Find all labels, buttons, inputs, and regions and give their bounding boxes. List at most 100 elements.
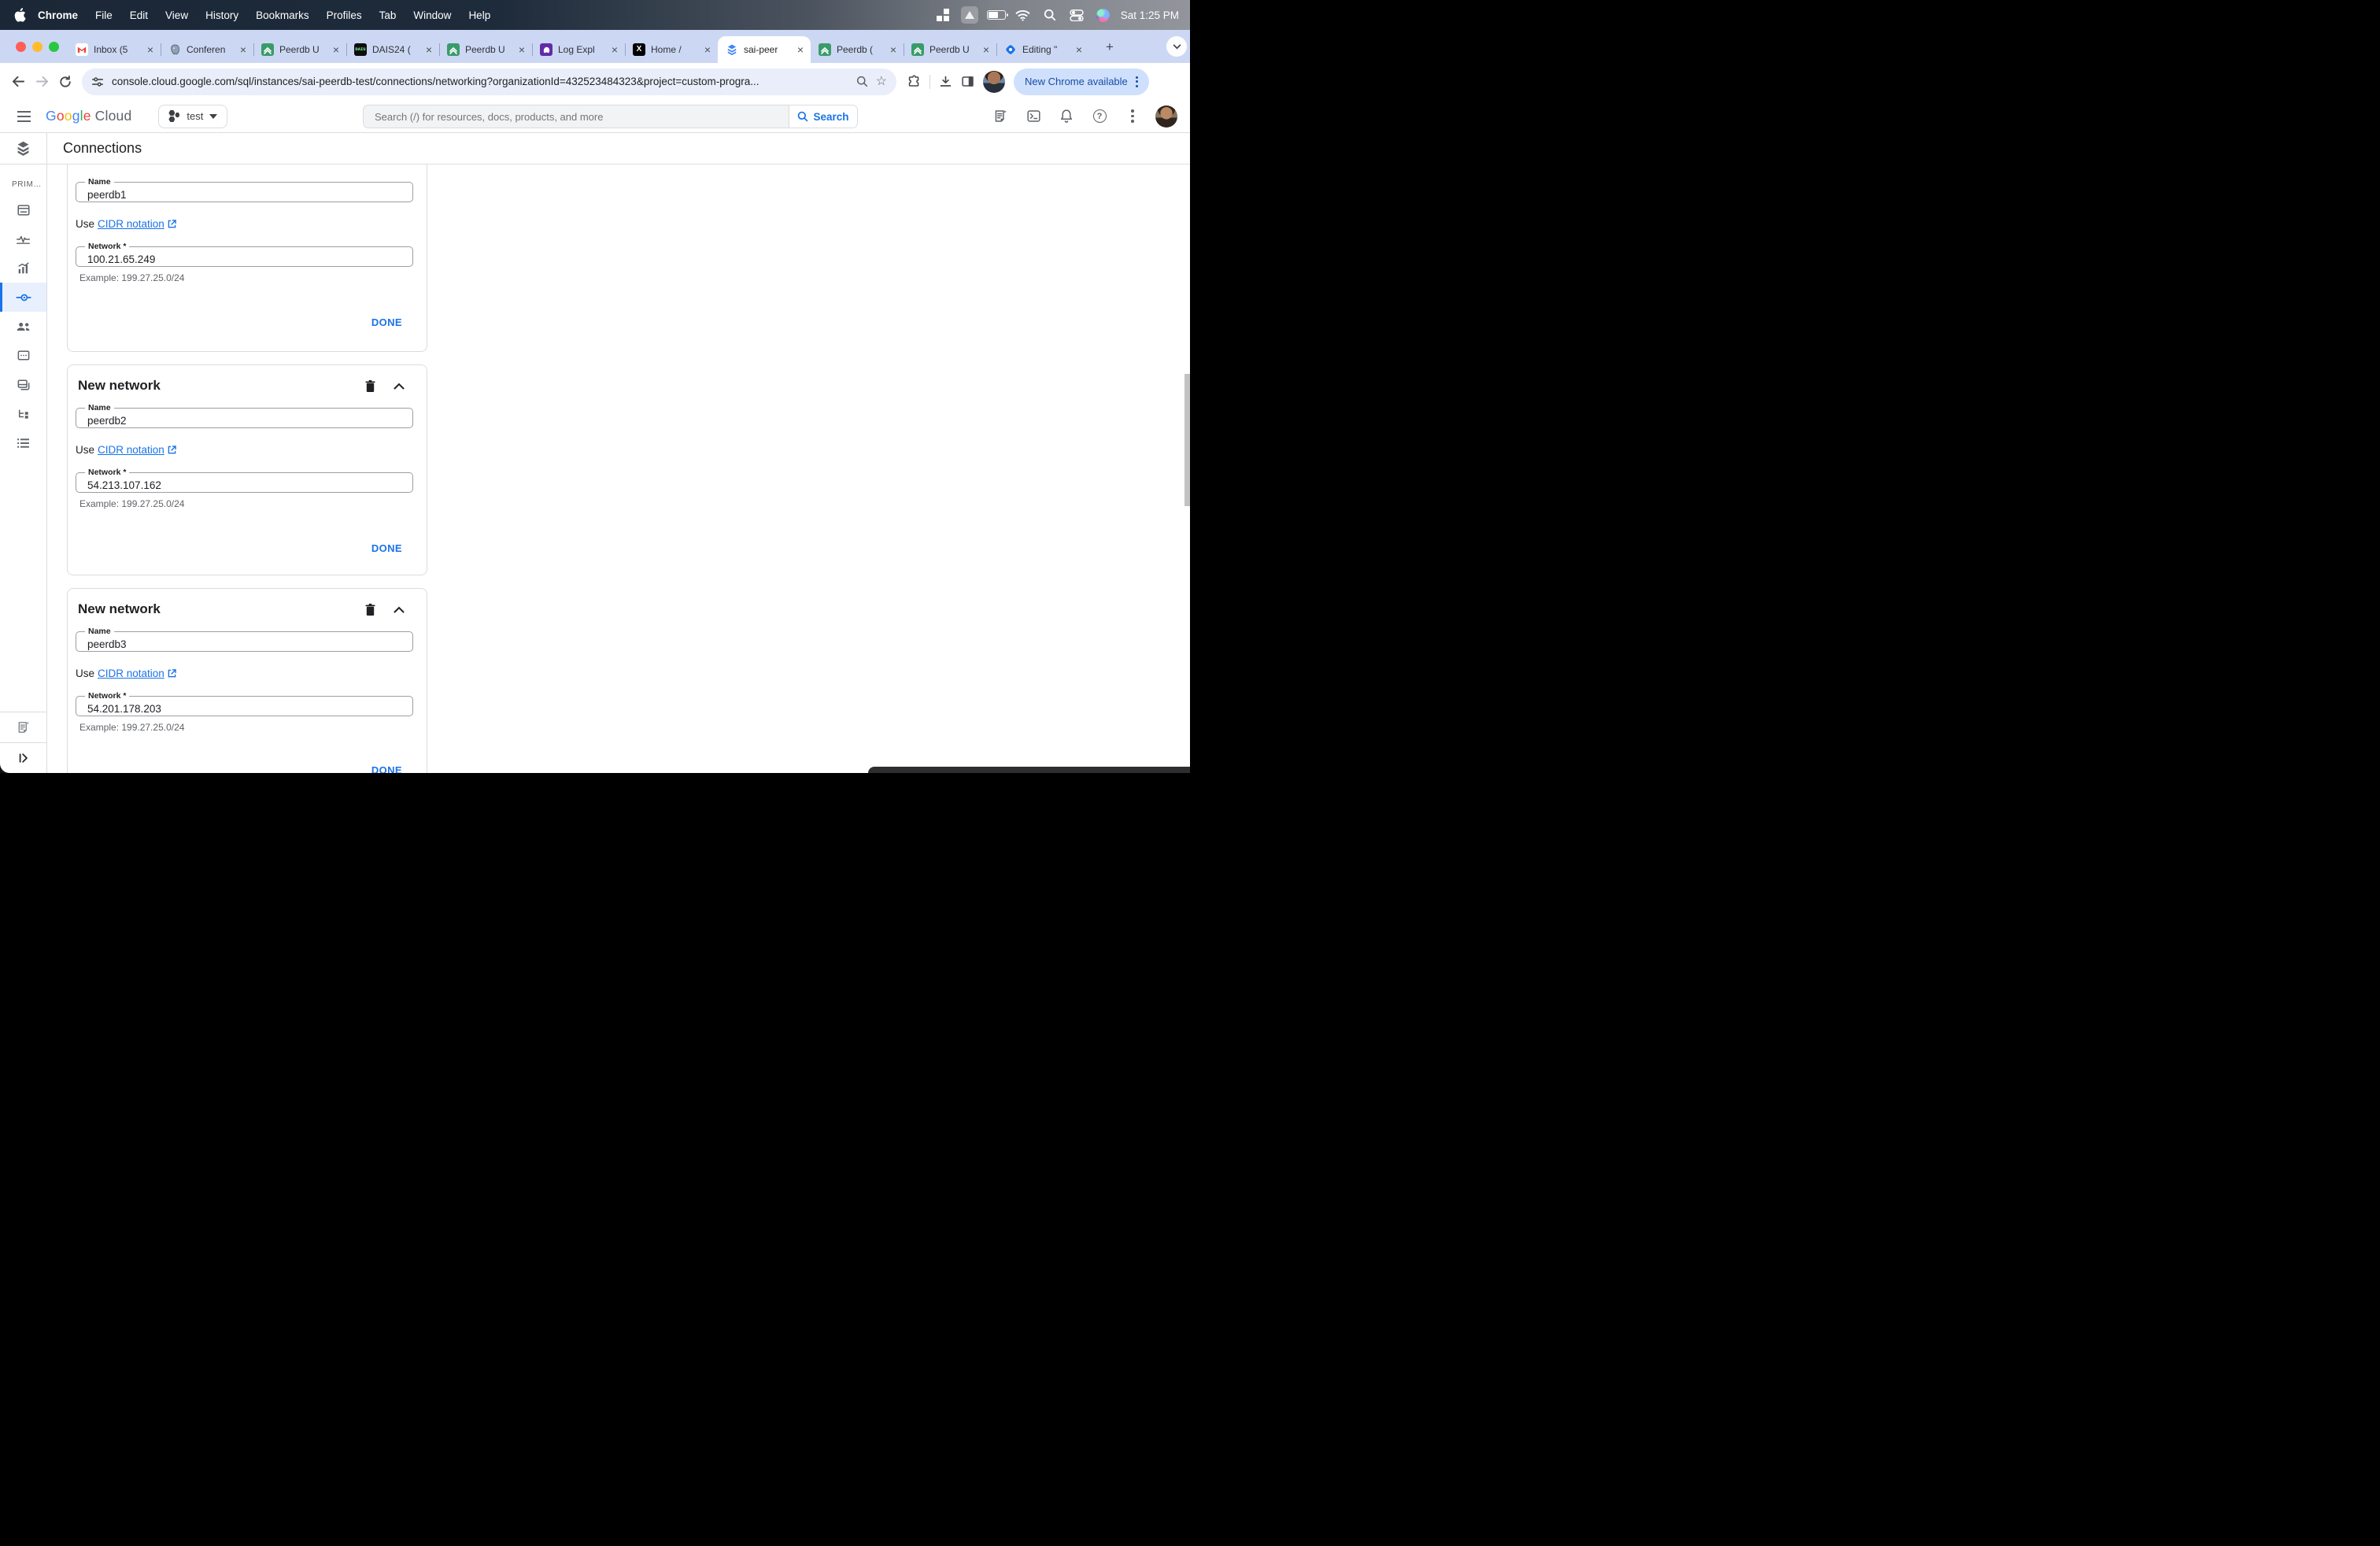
name-input[interactable] xyxy=(76,632,412,651)
tab-inbox[interactable]: Inbox (5 × xyxy=(68,36,161,63)
cloud-search-button[interactable]: Search xyxy=(789,105,857,128)
tab-peerdb-1[interactable]: Peerdb U × xyxy=(253,36,347,63)
name-field[interactable]: Name xyxy=(76,627,413,652)
release-notes-icon[interactable] xyxy=(990,106,1011,127)
site-settings-icon[interactable] xyxy=(91,76,104,88)
tab-peerdb-3[interactable]: Peerdb ( × xyxy=(811,36,904,63)
sidebar-item-operations[interactable] xyxy=(0,428,46,457)
name-field[interactable]: Name xyxy=(76,403,413,428)
spotlight-search-icon[interactable] xyxy=(1040,6,1059,24)
cloud-search-input[interactable] xyxy=(364,105,789,128)
cidr-notation-link[interactable]: CIDR notation xyxy=(98,668,164,679)
delete-network-icon[interactable] xyxy=(364,379,376,393)
nav-menu-icon[interactable] xyxy=(8,105,39,128)
browser-profile-avatar[interactable] xyxy=(983,70,1005,93)
tab-close-icon[interactable]: × xyxy=(423,44,434,55)
release-notes-button[interactable] xyxy=(0,712,46,742)
help-icon[interactable]: ? xyxy=(1089,106,1110,127)
url-text[interactable]: console.cloud.google.com/sql/instances/s… xyxy=(112,76,850,87)
tab-close-icon[interactable]: × xyxy=(795,44,806,55)
download-icon[interactable] xyxy=(939,75,952,88)
sidebar-item-users[interactable] xyxy=(0,312,46,341)
back-button[interactable] xyxy=(6,70,30,94)
tab-editing[interactable]: Editing " × xyxy=(996,36,1089,63)
sidebar-item-overview[interactable] xyxy=(0,195,46,224)
sidebar-item-replicas[interactable] xyxy=(0,399,46,428)
triangle-app-icon[interactable] xyxy=(960,6,979,24)
menubar-view[interactable]: View xyxy=(157,9,197,21)
sidebar-item-activity[interactable] xyxy=(0,224,46,253)
bookmark-star-icon[interactable]: ☆ xyxy=(876,75,887,88)
tab-conference[interactable]: Conferen × xyxy=(161,36,254,63)
notifications-bell-icon[interactable] xyxy=(1056,106,1077,127)
control-center-icon[interactable] xyxy=(1067,6,1086,24)
sidebar-item-observability[interactable] xyxy=(0,253,46,283)
vertical-scrollbar[interactable] xyxy=(1184,374,1190,506)
sidebar-item-databases[interactable] xyxy=(0,341,46,370)
cidr-notation-link[interactable]: CIDR notation xyxy=(98,444,164,456)
reload-button[interactable] xyxy=(54,70,77,94)
chrome-update-button[interactable]: New Chrome available xyxy=(1014,68,1149,95)
project-selector[interactable]: test xyxy=(158,104,228,128)
tiles-app-icon[interactable] xyxy=(933,6,952,24)
menubar-profiles[interactable]: Profiles xyxy=(318,9,371,21)
menubar-edit[interactable]: Edit xyxy=(121,9,157,21)
sidebar-item-backups[interactable] xyxy=(0,370,46,399)
tab-x-home[interactable]: X Home / × xyxy=(625,36,718,63)
close-window-button[interactable] xyxy=(16,42,26,52)
google-cloud-logo[interactable]: Google Cloud xyxy=(46,108,131,124)
menubar-tab[interactable]: Tab xyxy=(371,9,405,21)
tab-close-icon[interactable]: × xyxy=(331,44,342,55)
delete-network-icon[interactable] xyxy=(364,603,376,616)
collapse-card-icon[interactable] xyxy=(394,383,405,390)
network-field[interactable]: Network * xyxy=(76,691,413,716)
menubar-window[interactable]: Window xyxy=(405,9,460,21)
browser-menu-icon[interactable] xyxy=(1134,75,1140,89)
network-field[interactable]: Network * xyxy=(76,468,413,493)
tab-close-icon[interactable]: × xyxy=(145,44,156,55)
menubar-file[interactable]: File xyxy=(87,9,121,21)
sidebar-item-connections[interactable] xyxy=(0,283,46,312)
tab-close-icon[interactable]: × xyxy=(888,44,899,55)
tab-close-icon[interactable]: × xyxy=(981,44,992,55)
name-input[interactable] xyxy=(76,183,412,202)
menubar-bookmarks[interactable]: Bookmarks xyxy=(247,9,318,21)
network-field[interactable]: Network * xyxy=(76,242,413,267)
zoom-page-icon[interactable] xyxy=(856,76,868,87)
tab-sai-peerdb-active[interactable]: sai-peer × xyxy=(718,36,811,63)
done-button[interactable]: DONE xyxy=(371,764,402,773)
tab-close-icon[interactable]: × xyxy=(609,44,620,55)
tab-close-icon[interactable]: × xyxy=(238,44,249,55)
menubar-clock[interactable]: Sat 1:25 PM xyxy=(1121,9,1179,21)
tab-dais24[interactable]: DAIS DAIS24 ( × xyxy=(346,36,440,63)
tab-search-chevron[interactable] xyxy=(1166,36,1187,57)
siri-icon[interactable] xyxy=(1094,6,1113,24)
more-options-icon[interactable] xyxy=(1122,106,1143,127)
tab-peerdb-4[interactable]: Peerdb U × xyxy=(904,36,997,63)
cloud-shell-icon[interactable] xyxy=(1023,106,1044,127)
wifi-icon[interactable] xyxy=(1014,6,1033,24)
tab-close-icon[interactable]: × xyxy=(516,44,527,55)
new-tab-button[interactable]: + xyxy=(1100,38,1119,57)
side-panel-icon[interactable] xyxy=(961,75,974,88)
forward-button[interactable] xyxy=(30,70,54,94)
tab-close-icon[interactable]: × xyxy=(1074,44,1085,55)
account-avatar[interactable] xyxy=(1155,105,1177,128)
tab-close-icon[interactable]: × xyxy=(702,44,713,55)
tab-peerdb-2[interactable]: Peerdb U × xyxy=(439,36,533,63)
collapse-card-icon[interactable] xyxy=(394,606,405,613)
name-field[interactable]: Name xyxy=(76,177,413,202)
tab-log-explorer[interactable]: Log Expl × xyxy=(532,36,626,63)
minimize-window-button[interactable] xyxy=(32,42,42,52)
cidr-notation-link[interactable]: CIDR notation xyxy=(98,218,164,230)
done-button[interactable]: DONE xyxy=(371,316,402,328)
menubar-app-name[interactable]: Chrome xyxy=(29,9,87,21)
address-bar[interactable]: console.cloud.google.com/sql/instances/s… xyxy=(82,68,896,95)
menubar-help[interactable]: Help xyxy=(460,9,499,21)
fullscreen-window-button[interactable] xyxy=(49,42,59,52)
extensions-icon[interactable] xyxy=(907,75,921,88)
battery-icon[interactable] xyxy=(986,6,1008,24)
done-button[interactable]: DONE xyxy=(371,542,402,554)
apple-menu-icon[interactable] xyxy=(14,8,26,22)
name-input[interactable] xyxy=(76,409,412,427)
